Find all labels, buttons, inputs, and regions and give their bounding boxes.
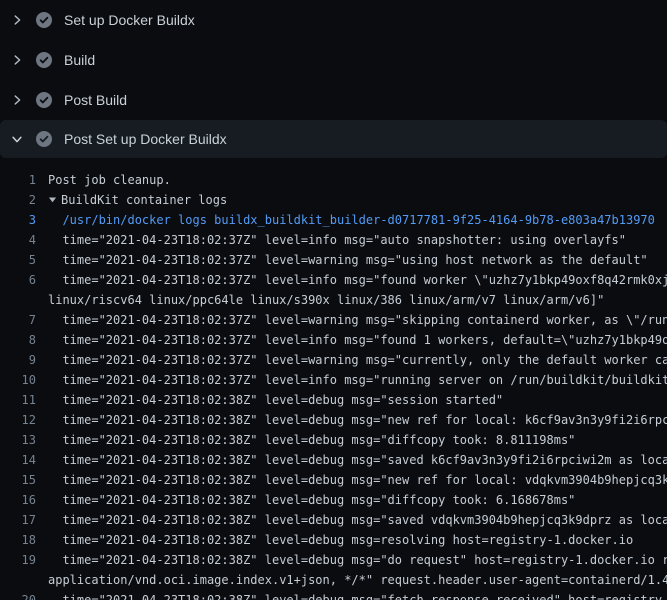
line-number[interactable]: 11 xyxy=(0,390,36,410)
chevron-right-icon[interactable] xyxy=(9,52,25,68)
log-text: time="2021-04-23T18:02:38Z" level=debug … xyxy=(48,490,575,510)
log-row: 8 time="2021-04-23T18:02:37Z" level=info… xyxy=(0,330,667,350)
line-number[interactable]: 17 xyxy=(0,510,36,530)
log-text: /usr/bin/docker logs buildx_buildkit_bui… xyxy=(48,210,655,230)
chevron-right-icon[interactable] xyxy=(9,12,25,28)
check-circle-icon xyxy=(36,92,52,108)
log-text: time="2021-04-23T18:02:38Z" level=debug … xyxy=(48,470,667,490)
line-number[interactable]: 10 xyxy=(0,370,36,390)
log-row: 19 time="2021-04-23T18:02:38Z" level=deb… xyxy=(0,550,667,570)
log-row: 13 time="2021-04-23T18:02:38Z" level=deb… xyxy=(0,430,667,450)
log-row: 9 time="2021-04-23T18:02:37Z" level=warn… xyxy=(0,350,667,370)
log-text: time="2021-04-23T18:02:38Z" level=debug … xyxy=(48,510,667,530)
log-text: time="2021-04-23T18:02:38Z" level=debug … xyxy=(48,530,633,550)
check-circle-icon xyxy=(36,131,52,147)
line-number[interactable]: 19 xyxy=(0,550,36,570)
line-number[interactable]: 6 xyxy=(0,270,36,290)
log-row: 17 time="2021-04-23T18:02:38Z" level=deb… xyxy=(0,510,667,530)
log-text: linux/riscv64 linux/ppc64le linux/s390x … xyxy=(48,290,604,310)
chevron-down-icon[interactable] xyxy=(9,131,25,147)
line-number[interactable]: 13 xyxy=(0,430,36,450)
log-text: Post job cleanup. xyxy=(48,170,171,190)
line-number[interactable]: 3 xyxy=(0,210,36,230)
log-text: time="2021-04-23T18:02:37Z" level=info m… xyxy=(48,270,667,290)
step-label: Post Build xyxy=(64,92,127,108)
log-text: time="2021-04-23T18:02:37Z" level=warnin… xyxy=(48,310,667,330)
triangle-down-icon[interactable] xyxy=(48,190,57,210)
log-row: 2 BuildKit container logs xyxy=(0,190,667,210)
check-circle-icon xyxy=(36,12,52,28)
line-number[interactable]: 2 xyxy=(0,190,36,210)
log-text: time="2021-04-23T18:02:38Z" level=debug … xyxy=(48,590,667,600)
line-number[interactable]: 4 xyxy=(0,230,36,250)
log-text: time="2021-04-23T18:02:38Z" level=debug … xyxy=(48,430,575,450)
line-number[interactable]: 9 xyxy=(0,350,36,370)
log-row: 4 time="2021-04-23T18:02:37Z" level=info… xyxy=(0,230,667,250)
line-number xyxy=(0,290,36,310)
line-number[interactable]: 14 xyxy=(0,450,36,470)
log-row: 16 time="2021-04-23T18:02:38Z" level=deb… xyxy=(0,490,667,510)
line-number[interactable]: 8 xyxy=(0,330,36,350)
actions-log-viewer: Set up Docker Buildx Build Post Build xyxy=(0,0,667,600)
line-number[interactable]: 5 xyxy=(0,250,36,270)
log-row: 3 /usr/bin/docker logs buildx_buildkit_b… xyxy=(0,210,667,230)
log-area: 1 Post job cleanup. 2 BuildKit container lo… xyxy=(0,158,667,600)
check-circle-icon xyxy=(36,52,52,68)
step-label: Post Set up Docker Buildx xyxy=(64,131,227,147)
step-label: Build xyxy=(64,52,95,68)
line-number[interactable]: 1 xyxy=(0,170,36,190)
log-row: 14 time="2021-04-23T18:02:38Z" level=deb… xyxy=(0,450,667,470)
chevron-right-icon[interactable] xyxy=(9,92,25,108)
log-text: BuildKit container logs xyxy=(48,190,227,210)
line-number[interactable]: 7 xyxy=(0,310,36,330)
line-number[interactable]: 12 xyxy=(0,410,36,430)
log-row: 10 time="2021-04-23T18:02:37Z" level=inf… xyxy=(0,370,667,390)
log-row: 1 Post job cleanup. xyxy=(0,170,667,190)
line-number[interactable]: 18 xyxy=(0,530,36,550)
line-number[interactable]: 20 xyxy=(0,590,36,600)
log-text: application/vnd.oci.image.index.v1+json,… xyxy=(48,570,667,590)
log-row: 12 time="2021-04-23T18:02:38Z" level=deb… xyxy=(0,410,667,430)
step-header-setup-docker-buildx[interactable]: Set up Docker Buildx xyxy=(0,0,667,40)
log-row: application/vnd.oci.image.index.v1+json,… xyxy=(0,570,667,590)
log-text: time="2021-04-23T18:02:37Z" level=info m… xyxy=(48,330,667,350)
log-row: linux/riscv64 linux/ppc64le linux/s390x … xyxy=(0,290,667,310)
log-row: 5 time="2021-04-23T18:02:37Z" level=warn… xyxy=(0,250,667,270)
line-number xyxy=(0,570,36,590)
log-text: time="2021-04-23T18:02:38Z" level=debug … xyxy=(48,550,667,570)
step-header-post-build[interactable]: Post Build xyxy=(0,80,667,120)
log-row: 6 time="2021-04-23T18:02:37Z" level=info… xyxy=(0,270,667,290)
line-number[interactable]: 16 xyxy=(0,490,36,510)
step-header-build[interactable]: Build xyxy=(0,40,667,80)
line-number[interactable]: 15 xyxy=(0,470,36,490)
log-text: time="2021-04-23T18:02:37Z" level=warnin… xyxy=(48,350,667,370)
log-row: 7 time="2021-04-23T18:02:37Z" level=warn… xyxy=(0,310,667,330)
step-header-post-setup-docker-buildx[interactable]: Post Set up Docker Buildx xyxy=(0,120,667,158)
log-text: time="2021-04-23T18:02:37Z" level=warnin… xyxy=(48,250,648,270)
log-row: 15 time="2021-04-23T18:02:38Z" level=deb… xyxy=(0,470,667,490)
log-text: time="2021-04-23T18:02:38Z" level=debug … xyxy=(48,450,667,470)
log-text: time="2021-04-23T18:02:37Z" level=info m… xyxy=(48,370,667,390)
log-row: 20 time="2021-04-23T18:02:38Z" level=deb… xyxy=(0,590,667,600)
step-label: Set up Docker Buildx xyxy=(64,12,195,28)
steps-list: Set up Docker Buildx Build Post Build xyxy=(0,0,667,158)
log-text: time="2021-04-23T18:02:37Z" level=info m… xyxy=(48,230,626,250)
log-group-label: BuildKit container logs xyxy=(61,193,227,207)
log-text: time="2021-04-23T18:02:38Z" level=debug … xyxy=(48,410,667,430)
log-row: 18 time="2021-04-23T18:02:38Z" level=deb… xyxy=(0,530,667,550)
log-row: 11 time="2021-04-23T18:02:38Z" level=deb… xyxy=(0,390,667,410)
log-text: time="2021-04-23T18:02:38Z" level=debug … xyxy=(48,390,503,410)
